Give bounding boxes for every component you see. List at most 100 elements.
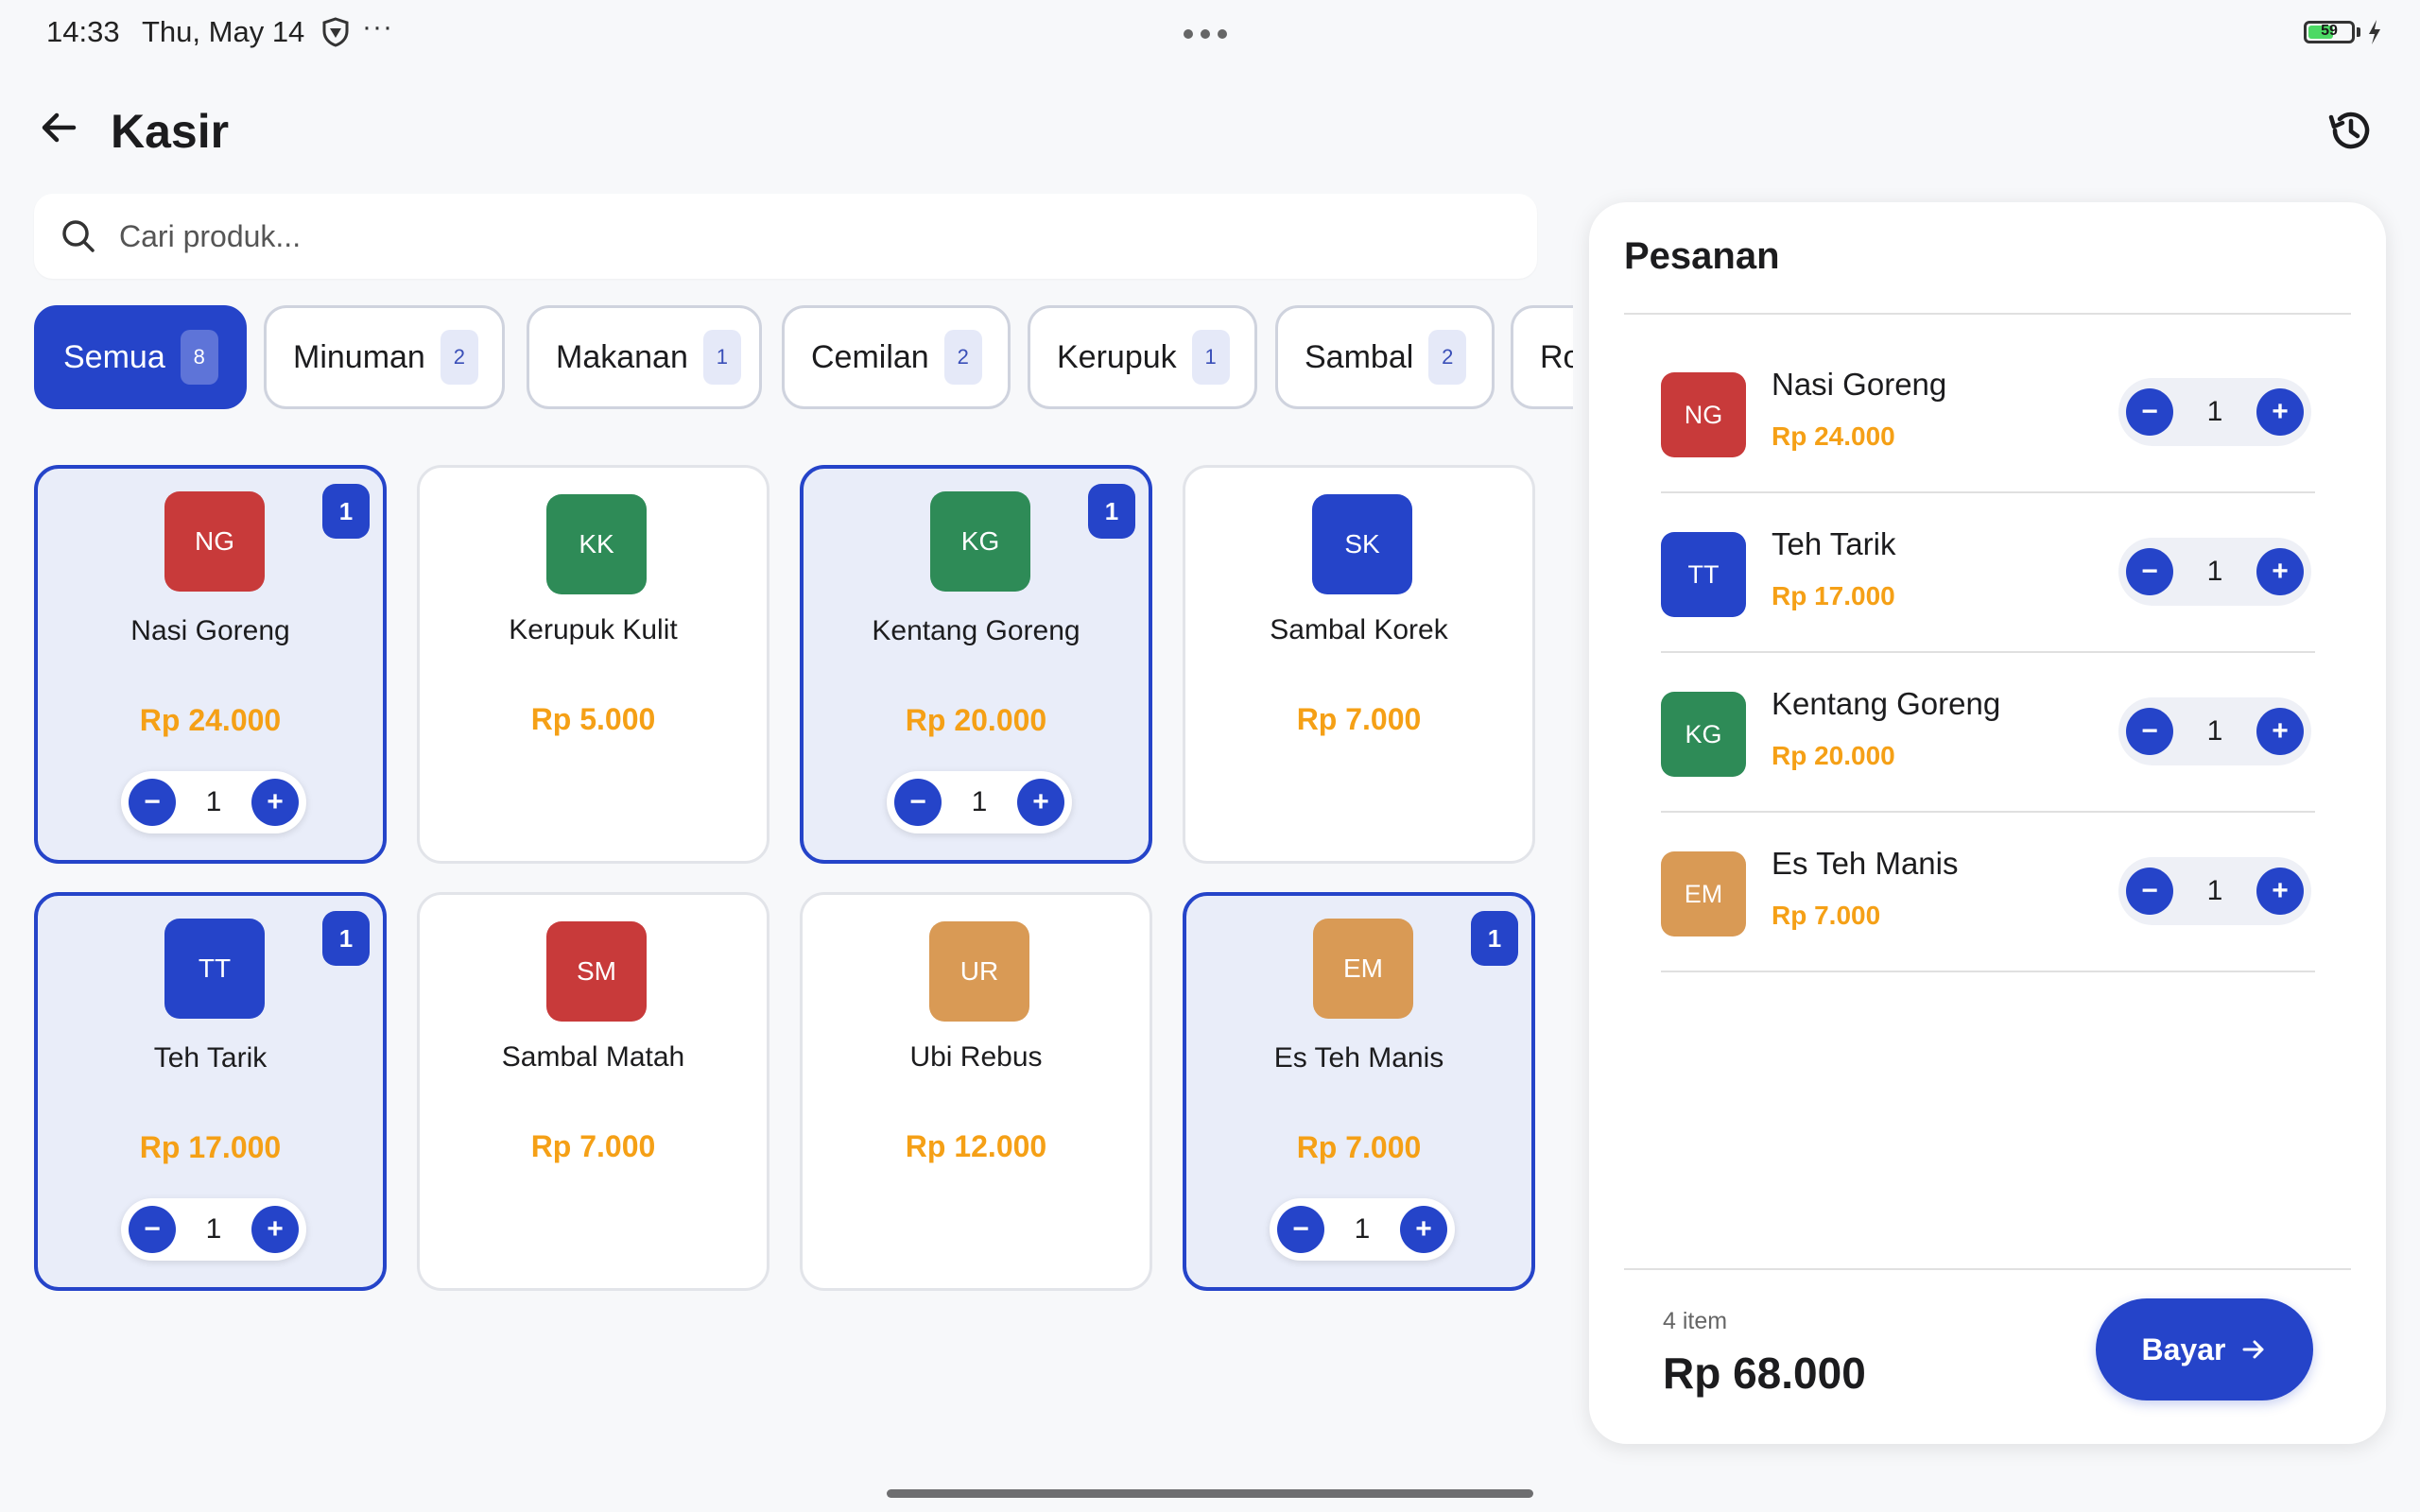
quantity-badge: 1 [1471,911,1518,966]
order-item: TT Teh Tarik Rp 17.000 − 1 + [1661,494,2315,653]
category-chip-label: Semua [63,338,165,375]
category-chips: Semua 8 Minuman 2 Makanan 1 Cemilan 2 Kerupuk 1 Sa… [34,305,1573,409]
order-item-avatar: EM [1661,851,1746,936]
order-item-avatar: TT [1661,532,1746,617]
category-chip-semua[interactable]: Semua 8 [34,305,247,409]
product-name: Nasi Goreng [130,615,290,646]
quantity-stepper: − 1 + [2118,538,2311,606]
home-indicator[interactable] [887,1489,1533,1498]
product-price: Rp 7.000 [1296,702,1422,736]
divider [1624,313,2351,315]
status-time: 14:33 [46,15,120,48]
quantity-badge: 1 [322,484,370,539]
product-price: Rp 17.000 [139,1130,282,1164]
product-name: Kentang Goreng [872,615,1080,646]
product-avatar: KG [930,491,1030,592]
product-name: Sambal Korek [1270,614,1448,645]
product-price: Rp 20.000 [905,703,1047,737]
category-chip-label: Kerupuk [1057,338,1177,375]
increase-button[interactable]: + [251,779,299,826]
order-item: EM Es Teh Manis Rp 7.000 − 1 + [1661,814,2315,972]
product-card[interactable]: TT 1 Teh Tarik Rp 17.000 −1 + [34,892,387,1291]
category-count-badge: 2 [1428,330,1467,385]
quantity-stepper: −1 + [121,1198,306,1261]
increase-button[interactable]: + [2256,388,2304,436]
category-chip-minuman[interactable]: Minuman 2 [264,305,505,409]
decrease-button[interactable]: − [2126,868,2173,915]
quantity-stepper: − 1 + [2118,378,2311,446]
category-chip-cemilan[interactable]: Cemilan 2 [782,305,1011,409]
decrease-button[interactable]: − [894,779,942,826]
history-icon[interactable] [2324,104,2377,157]
search-icon [62,220,95,252]
arrow-right-icon [2242,1340,2264,1359]
page-title: Kasir [111,105,230,158]
order-item: KG Kentang Goreng Rp 20.000 − 1 + [1661,654,2315,813]
order-item-name: Teh Tarik [1772,526,1896,561]
decrease-button[interactable]: − [129,1206,176,1253]
increase-button[interactable]: + [251,1206,299,1253]
decrease-button[interactable]: − [2126,708,2173,755]
quantity-value: 1 [2206,396,2223,427]
product-card[interactable]: NG 1 Nasi Goreng Rp 24.000−1 + [34,465,387,864]
back-arrow-icon[interactable] [36,104,83,151]
product-price: Rp 5.000 [530,702,656,736]
product-name: Es Teh Manis [1273,1042,1444,1074]
quantity-value: 1 [971,786,988,817]
product-price: Rp 7.000 [530,1129,656,1163]
product-card[interactable]: KG 1 Kentang Goreng Rp 20.000−1 + [800,465,1152,864]
product-card[interactable]: SM Sambal Matah Rp 7.000 [417,892,769,1291]
category-count-badge: 2 [943,330,982,385]
search-input[interactable] [119,194,1499,279]
quantity-stepper: −1 + [2118,857,2311,925]
product-card[interactable]: KK Kerupuk Kulit Rp 5.000 [417,465,769,864]
battery-percent: 59 [2321,23,2338,39]
decrease-button[interactable]: − [2126,548,2173,595]
category-chip-ro[interactable]: Ro [1511,305,1573,409]
increase-button[interactable]: + [2256,708,2304,755]
product-price: Rp 7.000 [1296,1130,1422,1164]
pay-button[interactable]: Bayar [2096,1298,2313,1400]
order-item-count: 4 item [1663,1308,1728,1334]
increase-button[interactable]: + [2256,868,2304,915]
decrease-button[interactable]: − [2126,388,2173,436]
order-item-avatar: NG [1661,372,1746,457]
increase-button[interactable]: + [1017,779,1064,826]
decrease-button[interactable]: − [129,779,176,826]
order-item-name: Es Teh Manis [1772,846,1959,881]
quantity-value: 1 [205,786,222,817]
category-count-badge: 8 [180,330,218,385]
increase-button[interactable]: + [1400,1206,1447,1253]
product-card[interactable]: UR Ubi Rebus Rp 12.000 [800,892,1152,1291]
search-box [34,194,1537,279]
quantity-value: 1 [2206,556,2223,587]
multitask-dots-icon[interactable] [1184,26,1236,39]
pay-button-label: Bayar [2141,1332,2226,1366]
category-chip-kerupuk[interactable]: Kerupuk 1 [1028,305,1257,409]
order-total: Rp 68.000 [1663,1349,1866,1398]
order-item-price: Rp 7.000 [1772,901,1881,930]
order-item-name: Kentang Goreng [1772,686,2001,721]
quantity-stepper: −1 + [1270,1198,1455,1261]
category-chip-label: Minuman [293,338,425,375]
product-avatar: KK [546,494,647,594]
product-name: Kerupuk Kulit [509,614,678,645]
quantity-badge: 1 [1088,484,1135,539]
divider [1624,1268,2351,1270]
category-count-badge: 1 [1191,330,1230,385]
category-chip-makanan[interactable]: Makanan 1 [527,305,762,409]
product-avatar: EM [1313,919,1413,1019]
product-card[interactable]: SK Sambal Korek Rp 7.000 [1183,465,1535,864]
product-name: Teh Tarik [153,1042,268,1074]
product-card[interactable]: EM 1 Es Teh Manis Rp 7.000 −1 + [1183,892,1535,1291]
category-count-badge: 1 [702,330,741,385]
increase-button[interactable]: + [2256,548,2304,595]
category-chip-sambal[interactable]: Sambal 2 [1275,305,1495,409]
order-item-avatar: KG [1661,692,1746,777]
status-more-icon: ··· [362,11,393,43]
decrease-button[interactable]: − [1277,1206,1324,1253]
quantity-stepper: −1 + [2118,697,2311,765]
product-avatar: TT [164,919,265,1019]
quantity-value: 1 [205,1213,222,1245]
category-chip-label: Ro [1540,338,1573,375]
